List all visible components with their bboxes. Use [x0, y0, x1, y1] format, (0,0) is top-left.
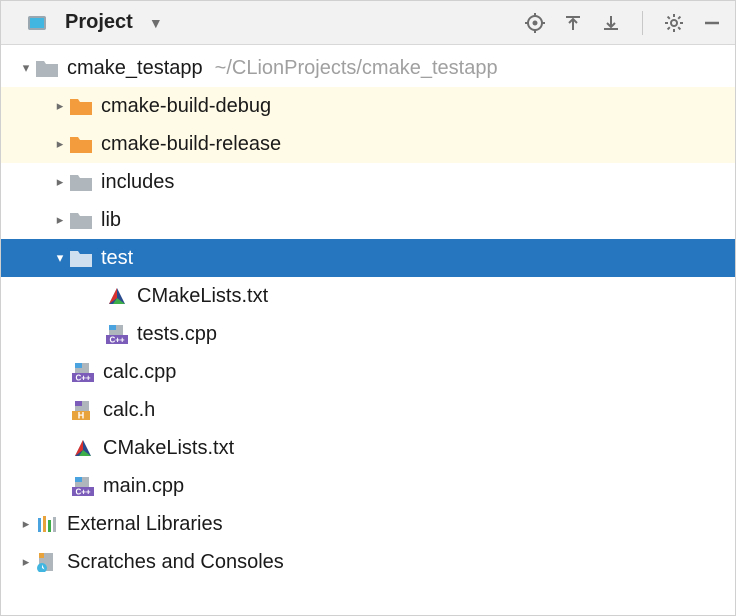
project-toolbar: Project ▼	[1, 1, 735, 45]
tree-file-cmakelists[interactable]: CMakeLists.txt	[1, 277, 735, 315]
chevron-right-icon: ▸	[51, 98, 69, 114]
tree-node-label: calc.h	[103, 399, 155, 422]
chevron-down-icon: ▾	[17, 60, 35, 76]
folder-icon	[69, 132, 93, 156]
folder-icon	[69, 94, 93, 118]
libraries-icon	[35, 512, 59, 536]
expand-all-icon[interactable]	[562, 12, 584, 34]
tree-node-label: Scratches and Consoles	[67, 551, 284, 574]
tree-node-label: cmake-build-release	[101, 133, 281, 156]
folder-icon	[35, 56, 59, 80]
cmake-file-icon	[105, 284, 129, 308]
tree-node-label: includes	[101, 171, 174, 194]
chevron-right-icon: ▸	[17, 554, 35, 570]
tree-file-main-cpp[interactable]: C++ main.cpp	[1, 467, 735, 505]
tree-file-cmakelists-root[interactable]: CMakeLists.txt	[1, 429, 735, 467]
h-file-icon: H	[71, 398, 95, 422]
tree-node-label: cmake_testapp	[67, 57, 203, 80]
cpp-file-icon: C++	[105, 322, 129, 346]
tree-folder-includes[interactable]: ▸ includes	[1, 163, 735, 201]
cpp-file-icon: C++	[71, 360, 95, 384]
tree-file-calc-cpp[interactable]: C++ calc.cpp	[1, 353, 735, 391]
chevron-right-icon: ▸	[51, 174, 69, 190]
svg-text:C++: C++	[75, 488, 90, 497]
tree-node-label: tests.cpp	[137, 323, 217, 346]
project-tree: ▾ cmake_testapp ~/CLionProjects/cmake_te…	[1, 45, 735, 581]
cmake-file-icon	[71, 436, 95, 460]
tree-root[interactable]: ▾ cmake_testapp ~/CLionProjects/cmake_te…	[1, 49, 735, 87]
tree-node-label: CMakeLists.txt	[103, 437, 234, 460]
tree-node-label: CMakeLists.txt	[137, 285, 268, 308]
tree-external-libraries[interactable]: ▸ External Libraries	[1, 505, 735, 543]
tree-folder-test[interactable]: ▾ test	[1, 239, 735, 277]
tree-file-tests-cpp[interactable]: C++ tests.cpp	[1, 315, 735, 353]
project-selector[interactable]: Project ▼	[25, 11, 163, 35]
project-title: Project	[65, 11, 133, 34]
tree-node-path: ~/CLionProjects/cmake_testapp	[215, 57, 498, 80]
chevron-down-icon: ▾	[51, 250, 69, 266]
tree-node-label: calc.cpp	[103, 361, 176, 384]
chevron-right-icon: ▸	[51, 136, 69, 152]
tree-node-label: cmake-build-debug	[101, 95, 271, 118]
tree-folder-lib[interactable]: ▸ lib	[1, 201, 735, 239]
tree-node-label: lib	[101, 209, 121, 232]
svg-text:H: H	[78, 411, 85, 421]
tree-node-label: External Libraries	[67, 513, 223, 536]
gear-icon[interactable]	[663, 12, 685, 34]
chevron-right-icon: ▸	[17, 516, 35, 532]
dropdown-arrow-icon: ▼	[149, 15, 163, 31]
svg-text:C++: C++	[109, 336, 124, 345]
tree-file-calc-h[interactable]: H calc.h	[1, 391, 735, 429]
scratches-icon	[35, 550, 59, 574]
toolbar-separator	[642, 11, 643, 35]
tree-folder-cmake-build-debug[interactable]: ▸ cmake-build-debug	[1, 87, 735, 125]
folder-icon	[69, 208, 93, 232]
tree-node-label: test	[101, 247, 133, 270]
chevron-right-icon: ▸	[51, 212, 69, 228]
hide-icon[interactable]	[701, 12, 723, 34]
tree-scratches-consoles[interactable]: ▸ Scratches and Consoles	[1, 543, 735, 581]
locate-icon[interactable]	[524, 12, 546, 34]
tree-node-label: main.cpp	[103, 475, 184, 498]
project-icon	[25, 11, 49, 35]
folder-icon	[69, 170, 93, 194]
svg-text:C++: C++	[75, 374, 90, 383]
folder-icon	[69, 246, 93, 270]
cpp-file-icon: C++	[71, 474, 95, 498]
collapse-all-icon[interactable]	[600, 12, 622, 34]
tree-folder-cmake-build-release[interactable]: ▸ cmake-build-release	[1, 125, 735, 163]
